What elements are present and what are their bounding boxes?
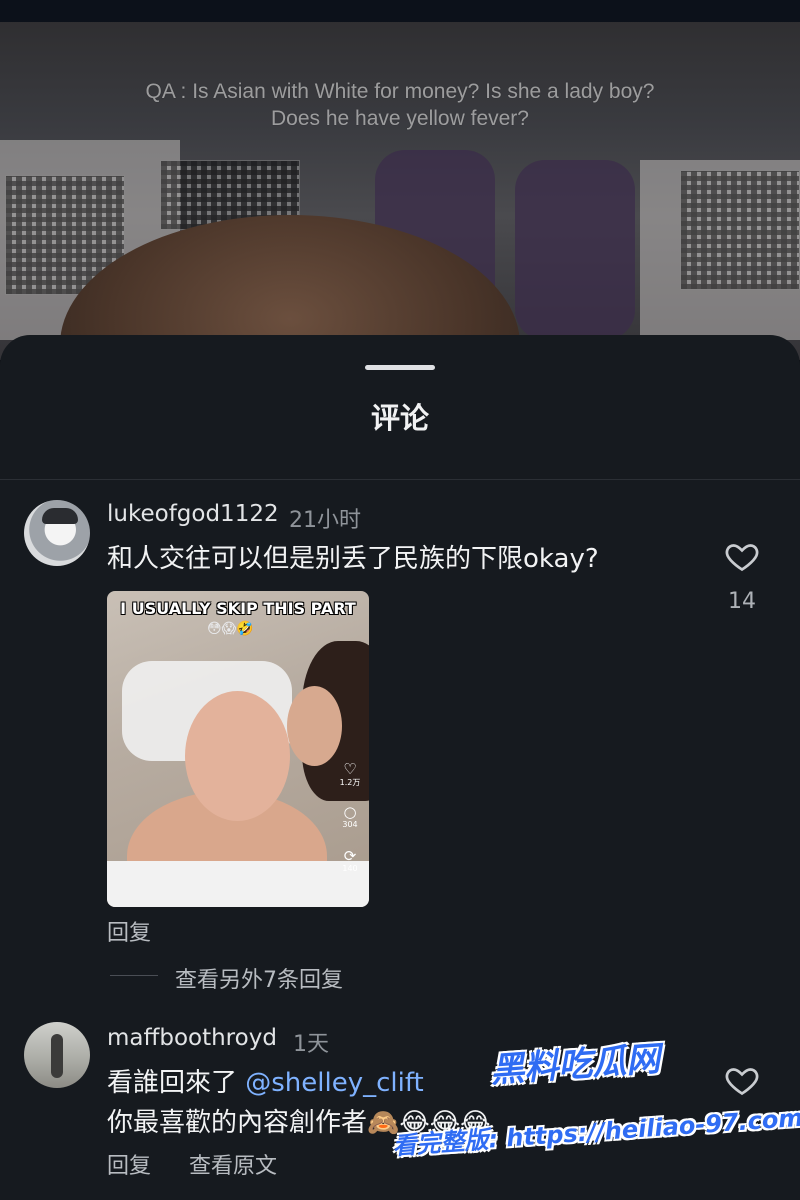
caption-line-1: QA : Is Asian with White for money? Is s… — [145, 80, 655, 103]
comment-text-prefix: 看誰回來了 — [107, 1068, 246, 1098]
heart-icon[interactable] — [724, 538, 760, 574]
thumb-repost-count: 140 — [342, 864, 358, 873]
figure-graphic — [51, 1034, 63, 1078]
woman-face — [287, 686, 342, 766]
thumbnail-emojis: 😳😱🤣 — [207, 621, 254, 637]
thumb-like: ♡ 1.2万 — [337, 761, 363, 788]
mention-link[interactable]: @shelley_clift — [245, 1068, 423, 1098]
thumb-repost: ⟳ 140 — [337, 848, 363, 873]
divider — [0, 479, 800, 480]
repost-icon: ⟳ — [343, 847, 357, 865]
heart-icon[interactable] — [724, 1062, 760, 1098]
bed-sheet — [107, 861, 369, 907]
avatar[interactable] — [24, 1022, 90, 1088]
man-face — [185, 691, 290, 821]
heart-icon: ♡ — [343, 760, 357, 778]
reply-button[interactable]: 回复 — [107, 915, 151, 947]
thumbnail-banner: I USUALLY SKIP THIS PART — [120, 599, 356, 618]
thumb-comment-count: 304 — [342, 820, 358, 829]
status-bar — [0, 0, 800, 22]
comment-icon: ○ — [343, 803, 357, 821]
like-count: 14 — [728, 589, 756, 614]
comment-username[interactable]: maffboothroyd — [107, 1025, 277, 1051]
qr-poster — [680, 170, 800, 290]
replies-divider — [110, 975, 158, 976]
reply-button[interactable]: 回复 — [107, 1148, 151, 1180]
comment-time: 1天 — [293, 1032, 329, 1057]
avatar[interactable] — [24, 500, 90, 566]
view-original-button[interactable]: 查看原文 — [189, 1148, 277, 1180]
comment-username[interactable]: lukeofgod1122 — [107, 501, 279, 527]
comments-sheet: 评论 lukeofgod1122 21小时 和人交往可以但是别丢了民族的下限ok… — [0, 335, 800, 1200]
sheet-title: 评论 — [370, 401, 429, 435]
view-more-replies-button[interactable]: 查看另外7条回复 — [175, 962, 343, 994]
thumb-like-count: 1.2万 — [339, 778, 361, 787]
video-caption: QA : Is Asian with White for money? Is s… — [0, 78, 800, 132]
cap-graphic — [42, 508, 78, 524]
caption-line-2: Does he have yellow fever? — [271, 107, 529, 130]
comment-time: 21小时 — [289, 508, 361, 533]
thumb-comment: ○ 304 — [337, 804, 363, 829]
train-seat — [515, 160, 635, 340]
comment-text: 和人交往可以但是别丢了民族的下限okay? — [107, 544, 599, 574]
comment-text: 看誰回來了 @shelley_clift — [107, 1062, 424, 1099]
drag-handle[interactable] — [365, 365, 435, 370]
video-background[interactable]: QA : Is Asian with White for money? Is s… — [0, 0, 800, 360]
comment-video-thumbnail[interactable]: I USUALLY SKIP THIS PART 😳😱🤣 ♡ 1.2万 ○ 30… — [107, 591, 369, 907]
